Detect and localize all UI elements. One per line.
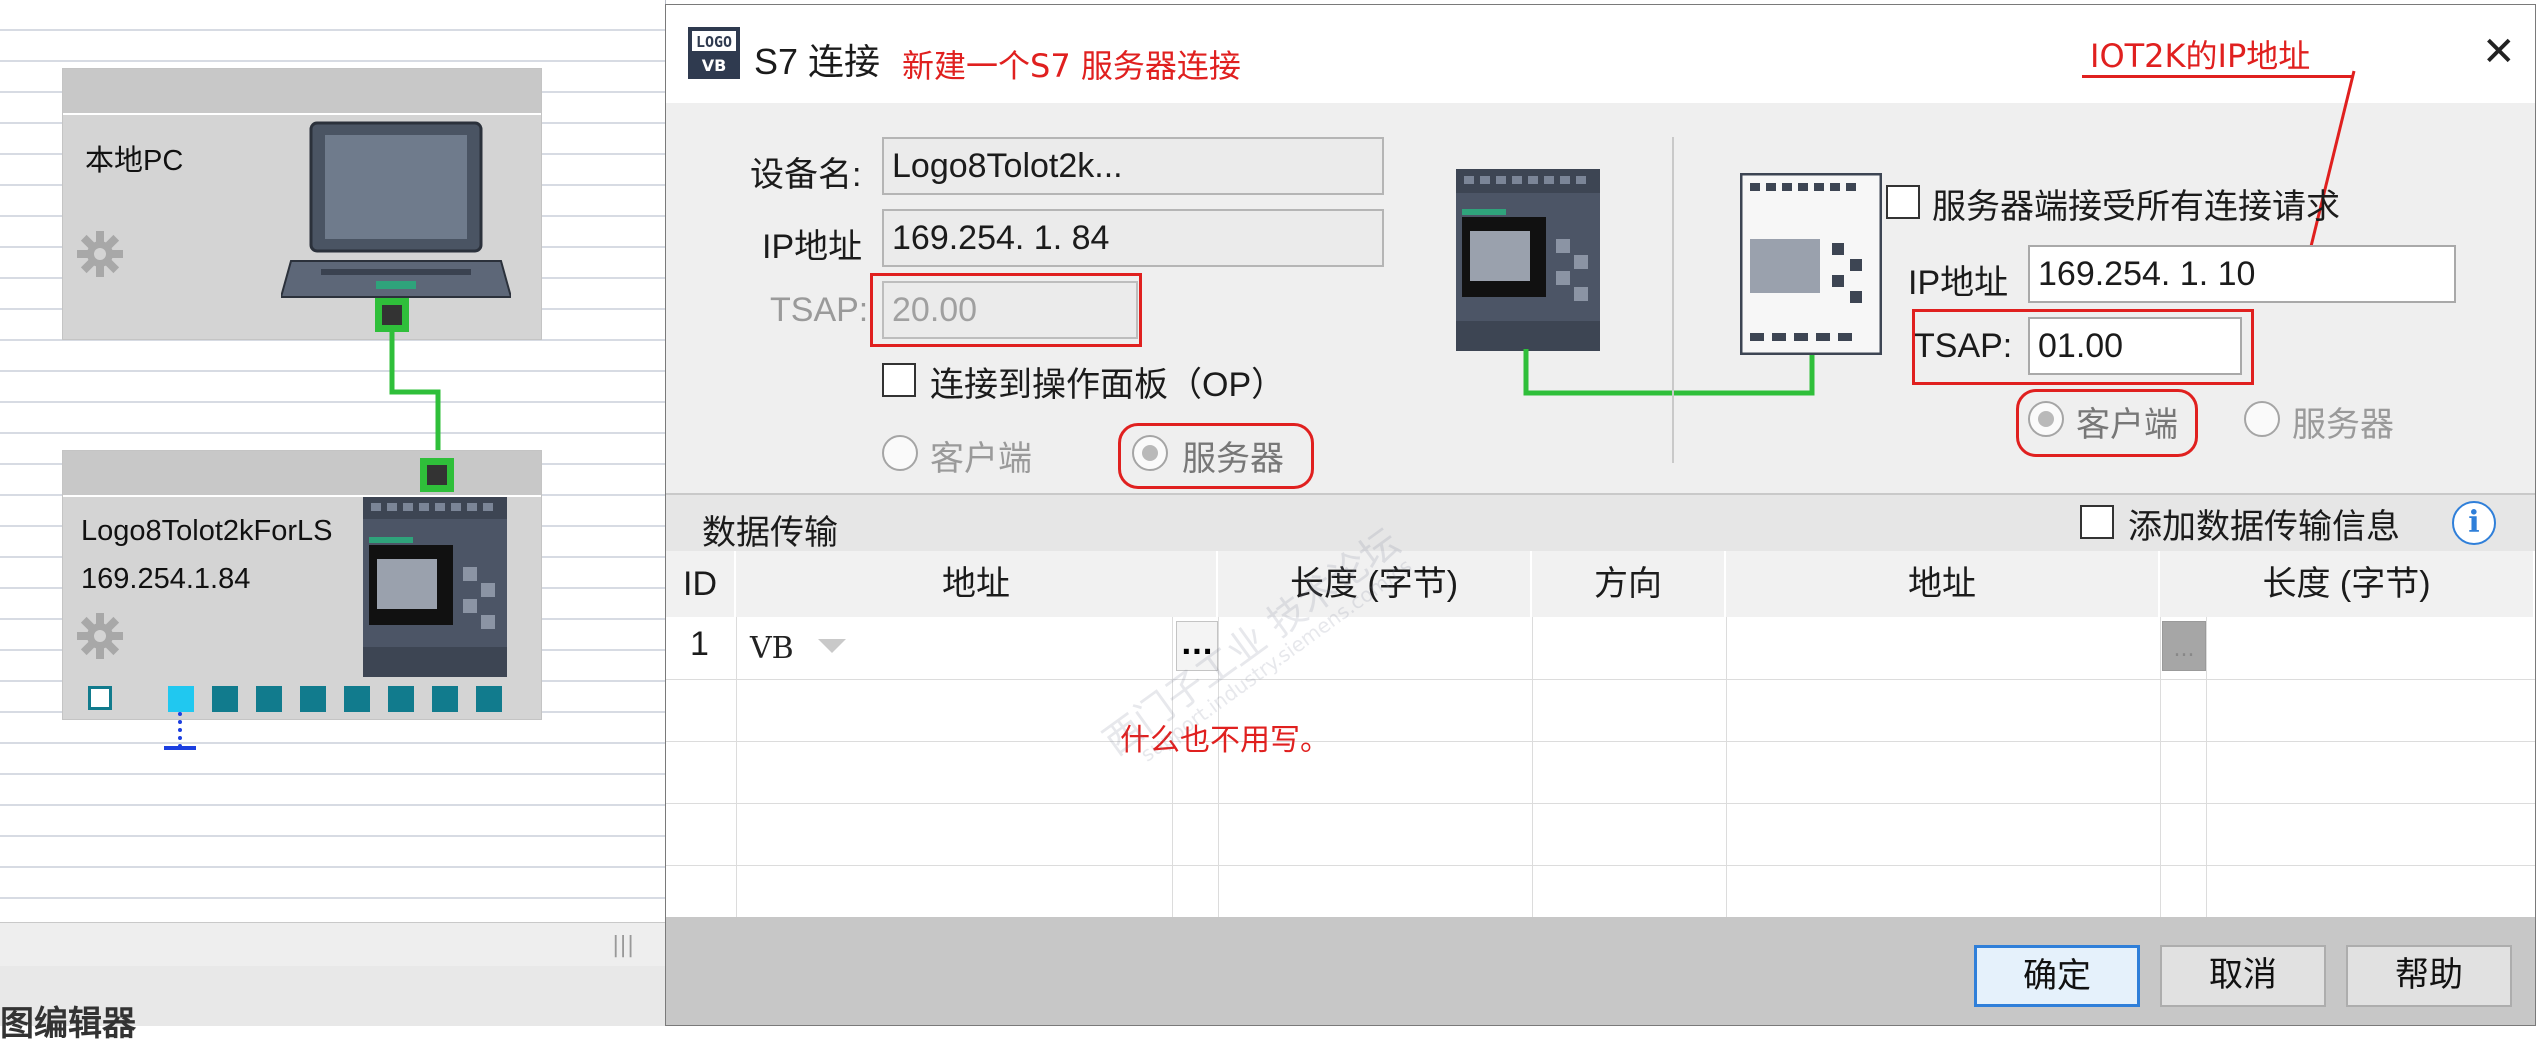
logo-io-port[interactable] (388, 686, 414, 712)
row-id: 1 (690, 625, 709, 663)
device-name-label: 设备名: (750, 156, 862, 194)
remote-tsap-highlight-box (1912, 309, 2254, 385)
editor-tab-label[interactable]: 图编辑器 (0, 996, 136, 1045)
pc-node-label: 本地PC (85, 145, 184, 177)
remote-iot2k-device-icon (1740, 173, 1882, 355)
help-button[interactable]: 帮助 (2346, 945, 2512, 1007)
title-annotation: 新建一个S7 服务器连接 (902, 47, 1241, 85)
col-header-local-address: 地址 (736, 551, 1218, 617)
pc-ethernet-port[interactable] (375, 298, 409, 332)
network-connection-line[interactable] (380, 330, 460, 470)
server-highlight-oval (1118, 423, 1314, 489)
col-header-direction: 方向 (1532, 551, 1726, 617)
client-highlight-oval (2016, 389, 2198, 457)
logo-io-port[interactable] (300, 686, 326, 712)
accept-all-label: 服务器端接受所有连接请求 (1932, 188, 2340, 226)
remote-ip-field[interactable]: 169.254. 1. 10 (2028, 245, 2456, 303)
remote-server-label: 服务器 (2292, 406, 2394, 444)
dialog-footer: 确定 取消 帮助 (666, 917, 2535, 1025)
s7-connection-dialog: LOGO VB S7 连接 新建一个S7 服务器连接 IOT2K的IP地址 ✕ … (665, 4, 2536, 1026)
io-bus-terminator (164, 746, 196, 750)
data-transfer-title: 数据传输 (702, 514, 838, 552)
logo-io-port[interactable] (344, 686, 370, 712)
op-checkbox-label: 连接到操作面板（OP） (930, 366, 1286, 404)
local-client-radio[interactable] (882, 435, 918, 471)
col-header-remote-length: 长度 (字节) (2160, 551, 2535, 617)
svg-text:VB: VB (702, 56, 727, 75)
editor-tab-bar: 图编辑器 (0, 966, 665, 1044)
cancel-button[interactable]: 取消 (2160, 945, 2326, 1007)
logo-ethernet-port[interactable] (420, 458, 454, 492)
tsap-highlight-box (870, 273, 1142, 347)
logo-plc-icon (363, 497, 507, 677)
dialog-titlebar: LOGO VB S7 连接 新建一个S7 服务器连接 IOT2K的IP地址 ✕ (666, 5, 2535, 103)
remote-server-radio[interactable] (2244, 401, 2280, 437)
logo-io-port-selected[interactable] (168, 686, 194, 712)
ok-button[interactable]: 确定 (1974, 945, 2140, 1007)
info-icon[interactable]: i (2452, 501, 2496, 545)
data-transfer-table: ID 地址 长度 (字节) 方向 地址 长度 (字节) 1 VB ... ...… (666, 520, 2535, 917)
logo-io-port[interactable] (256, 686, 282, 712)
logo-node-header (63, 451, 541, 497)
local-ip-label: IP地址 (762, 228, 863, 266)
side-divider (1672, 137, 1674, 463)
close-icon[interactable]: ✕ (2482, 29, 2516, 75)
logo-io-port[interactable] (212, 686, 238, 712)
local-client-label: 客户端 (930, 440, 1032, 478)
add-info-label: 添加数据传输信息 (2128, 508, 2400, 546)
table-row[interactable]: 1 VB ... ... (666, 617, 2535, 679)
remote-address-browse-button[interactable]: ... (2162, 621, 2206, 671)
logo-io-port[interactable] (476, 686, 502, 712)
dialog-title: S7 连接 (754, 41, 881, 82)
row-local-address[interactable]: VB (750, 631, 794, 666)
accept-all-checkbox[interactable] (1886, 185, 1920, 219)
logo-io-port[interactable] (432, 686, 458, 712)
gear-icon[interactable] (75, 611, 125, 661)
local-tsap-label: TSAP: (770, 291, 869, 329)
remote-ip-label: IP地址 (1908, 264, 2009, 302)
gear-icon[interactable] (75, 229, 125, 279)
logo-app-icon: LOGO VB (688, 27, 740, 79)
data-transfer-header: 数据传输 添加数据传输信息 i (666, 493, 2535, 553)
logo-node-ip: 169.254.1.84 (81, 563, 251, 595)
chevron-down-icon[interactable] (818, 639, 846, 653)
pc-node[interactable]: 本地PC (62, 68, 542, 340)
col-header-remote-address: 地址 (1726, 551, 2160, 617)
col-header-id: ID (666, 551, 736, 617)
io-bus-line (178, 712, 182, 748)
remote-ip-annotation: IOT2K的IP地址 (2090, 37, 2311, 75)
logo-plc-node[interactable]: Logo8Tolot2kForLS 169.254.1.84 (62, 450, 542, 720)
horizontal-scrollbar[interactable]: ||| (0, 922, 665, 967)
device-name-field[interactable]: Logo8Tolot2k... (882, 137, 1384, 195)
logo-node-name: Logo8Tolot2kForLS (81, 515, 333, 547)
add-info-checkbox[interactable] (2080, 505, 2114, 539)
logo-module-port[interactable] (88, 686, 112, 710)
pc-node-header (63, 69, 541, 115)
local-logo-device-icon (1456, 169, 1600, 351)
local-ip-field[interactable]: 169.254. 1. 84 (882, 209, 1384, 267)
laptop-icon (281, 121, 511, 298)
op-checkbox[interactable] (882, 363, 916, 397)
scroll-grip-icon[interactable]: ||| (612, 933, 634, 958)
svg-text:LOGO: LOGO (696, 33, 732, 51)
